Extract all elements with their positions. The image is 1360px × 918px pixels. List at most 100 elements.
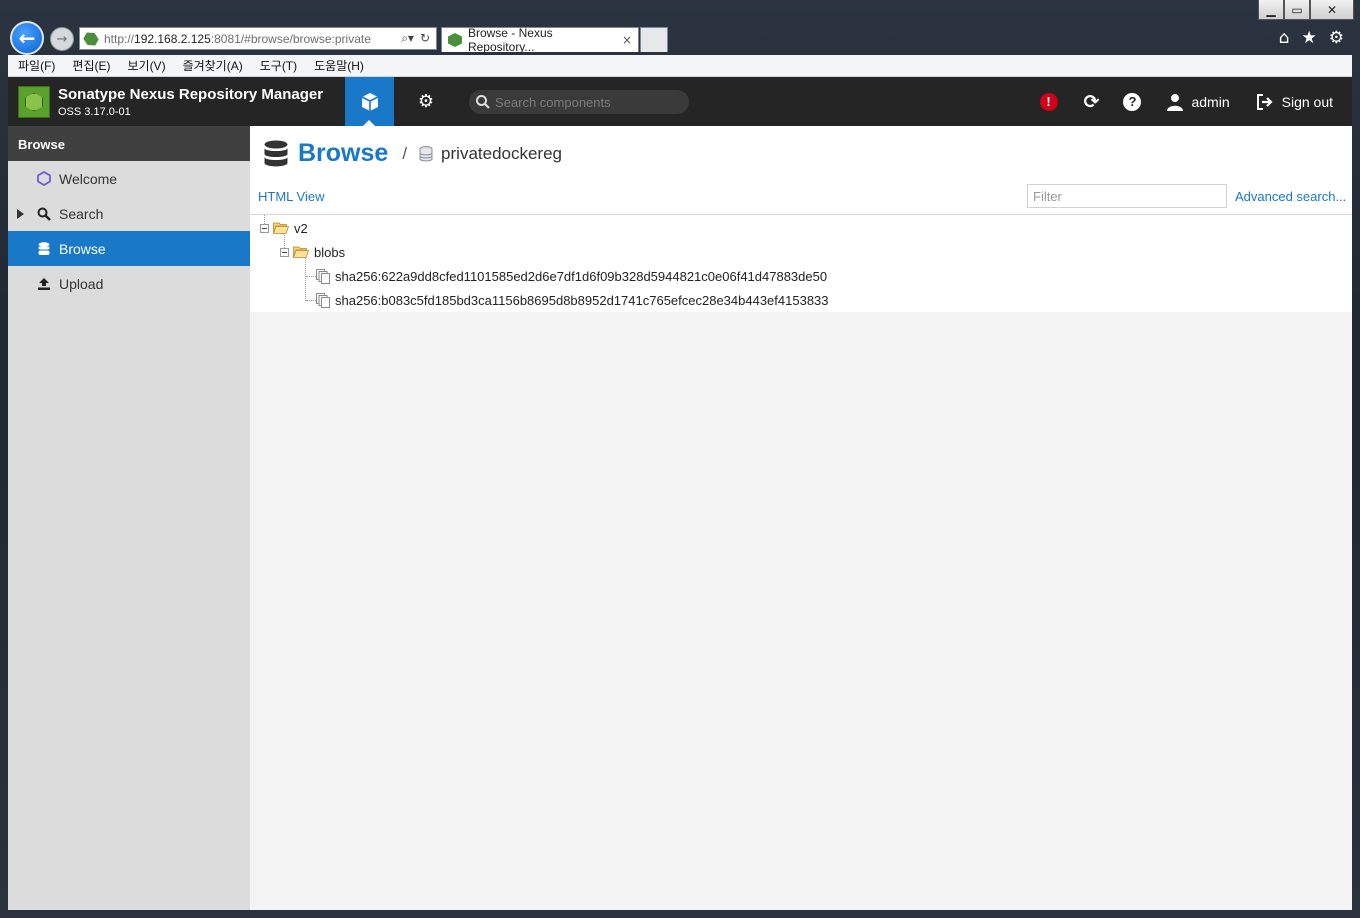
arrow-right-icon: → — [56, 31, 68, 47]
new-tab-button[interactable] — [640, 27, 668, 52]
tree-node-root[interactable]: v2 — [260, 219, 308, 237]
sidebar-item-browse[interactable]: Browse — [8, 231, 250, 266]
file-icon — [316, 292, 330, 308]
menu-edit[interactable]: 편집(E) — [72, 57, 110, 74]
address-bar[interactable]: http://192.168.2.125:8081/#browse/browse… — [79, 27, 437, 50]
sidebar-item-label: Upload — [59, 275, 104, 292]
app-header: Sonatype Nexus Repository Manager OSS 3.… — [8, 77, 1352, 126]
tree-node-file[interactable]: sha256:622a9dd8cfed1101585ed2d6e7df1d6f0… — [316, 267, 827, 285]
menu-bar: 파일(F) 편집(E) 보기(V) 즐겨찾기(A) 도구(T) 도움말(H) — [8, 55, 1352, 77]
tree-node-label: v2 — [294, 220, 308, 236]
menu-favorites[interactable]: 즐겨찾기(A) — [183, 57, 243, 74]
address-bar-icons: ⌕▾ ↻ — [401, 31, 436, 46]
filter-input[interactable] — [1027, 184, 1227, 208]
header-actions: ! ⟳ ? admin Sign out — [1039, 77, 1352, 126]
user-icon — [1167, 93, 1184, 111]
search-dropdown-icon[interactable]: ⌕▾ — [401, 31, 414, 46]
upload-icon — [36, 276, 51, 291]
breadcrumb: Browse / privatedockereg — [264, 139, 562, 168]
tab-close-icon[interactable]: × — [622, 33, 632, 47]
search-components-box[interactable] — [469, 90, 689, 114]
sidebar-item-upload[interactable]: Upload — [8, 266, 250, 301]
tree-node-label: sha256:b083c5fd185bd3ca1156b8695d8b8952d… — [335, 292, 829, 308]
advanced-search-link[interactable]: Advanced search... — [1235, 189, 1346, 204]
username: admin — [1191, 93, 1230, 110]
menu-view[interactable]: 보기(V) — [127, 57, 165, 74]
sidebar-header: Browse — [8, 126, 250, 161]
maximize-button[interactable]: ▭ — [1284, 0, 1310, 20]
gear-icon[interactable]: ⚙ — [1329, 28, 1344, 48]
browse-mode-button[interactable] — [345, 77, 394, 126]
tree-node-label: sha256:622a9dd8cfed1101585ed2d6e7df1d6f0… — [335, 268, 828, 284]
refresh-icon[interactable]: ⟳ — [1084, 91, 1100, 113]
browser-window: ▁ ▭ ✕ ← → http://192.168.2.125:8081/#bro… — [0, 0, 1360, 918]
search-components-input[interactable] — [495, 94, 675, 110]
search-icon — [476, 95, 490, 109]
tree-guide-line — [305, 257, 306, 301]
tab-title: Browse - Nexus Repository... — [467, 26, 553, 54]
browser-tab[interactable]: Browse - Nexus Repository... × — [441, 26, 639, 54]
collapse-icon[interactable] — [280, 247, 289, 257]
tab-favicon-icon — [448, 33, 462, 47]
menu-help[interactable]: 도움말(H) — [314, 57, 364, 74]
product-version: OSS 3.17.0-01 — [58, 106, 131, 118]
collapse-icon[interactable] — [260, 223, 269, 233]
sidebar-item-label: Welcome — [59, 170, 118, 187]
html-view-link[interactable]: HTML View — [258, 189, 324, 204]
site-favicon-icon — [81, 29, 100, 48]
help-icon[interactable]: ? — [1123, 92, 1142, 111]
menu-file[interactable]: 파일(F) — [18, 57, 55, 74]
url-rest: :8081/#browse/browse:private — [210, 31, 371, 46]
hexagon-icon — [36, 171, 51, 186]
magnifier-icon — [36, 206, 51, 221]
database-icon — [36, 241, 51, 256]
close-window-button[interactable]: ✕ — [1310, 0, 1354, 20]
gear-icon: ⚙ — [417, 91, 435, 112]
product-name: Sonatype Nexus Repository Manager — [58, 86, 324, 103]
tree-node-label: blobs — [314, 244, 346, 260]
back-button[interactable]: ← — [10, 21, 44, 55]
folder-open-icon — [273, 222, 289, 234]
expand-arrow-icon[interactable] — [17, 209, 24, 219]
url-prefix: http:// — [104, 31, 135, 46]
sidebar-item-label: Search — [59, 205, 104, 222]
file-icon — [316, 268, 330, 284]
nexus-logo — [18, 86, 50, 118]
sign-out-label: Sign out — [1281, 93, 1333, 110]
forward-button[interactable]: → — [50, 27, 74, 51]
menu-tools[interactable]: 도구(T) — [260, 57, 297, 74]
repository-name: privatedockereg — [441, 143, 563, 163]
browse-panel: Browse / privatedockereg HTML View Advan… — [250, 126, 1352, 312]
arrow-left-icon: ← — [18, 26, 36, 50]
sidebar-item-welcome[interactable]: Welcome — [8, 161, 250, 196]
tree-guide-line — [306, 276, 316, 277]
sidebar: Browse Welcome Search Browse Upload — [8, 126, 250, 910]
window-controls: ▁ ▭ ✕ — [1258, 0, 1354, 20]
sidebar-item-search[interactable]: Search — [8, 196, 250, 231]
tree-node-folder[interactable]: blobs — [280, 243, 345, 261]
page-title[interactable]: Browse — [298, 139, 388, 168]
alert-icon[interactable]: ! — [1039, 92, 1058, 111]
browser-toolbar-right: ⌂ ★ ⚙ — [1279, 28, 1344, 48]
nexus-app: Sonatype Nexus Repository Manager OSS 3.… — [8, 77, 1352, 910]
admin-mode-button[interactable]: ⚙ — [406, 77, 446, 126]
refresh-page-icon[interactable]: ↻ — [420, 31, 430, 46]
main-content: Browse / privatedockereg HTML View Advan… — [250, 126, 1352, 910]
folder-open-icon — [293, 246, 309, 258]
breadcrumb-separator: / — [402, 143, 408, 163]
home-icon[interactable]: ⌂ — [1279, 28, 1290, 48]
user-menu[interactable]: admin — [1167, 93, 1230, 111]
browser-titlebar: ▁ ▭ ✕ ← → http://192.168.2.125:8081/#bro… — [0, 0, 1360, 56]
url-host: 192.168.2.125 — [134, 31, 211, 46]
cube-logo-icon — [25, 93, 43, 111]
sidebar-item-label: Browse — [59, 240, 106, 257]
tree-guide-line — [306, 300, 316, 301]
url-text[interactable]: http://192.168.2.125:8081/#browse/browse… — [104, 32, 401, 46]
sign-out-icon — [1256, 93, 1273, 110]
component-tree: v2 blobs sha256:622a9dd8cfed1101585ed2d6… — [250, 214, 1352, 312]
sign-out-button[interactable]: Sign out — [1256, 93, 1333, 111]
tree-node-file[interactable]: sha256:b083c5fd185bd3ca1156b8695d8b8952d… — [316, 291, 829, 309]
repository-icon — [419, 145, 433, 161]
minimize-button[interactable]: ▁ — [1258, 0, 1284, 20]
star-icon[interactable]: ★ — [1302, 28, 1317, 48]
